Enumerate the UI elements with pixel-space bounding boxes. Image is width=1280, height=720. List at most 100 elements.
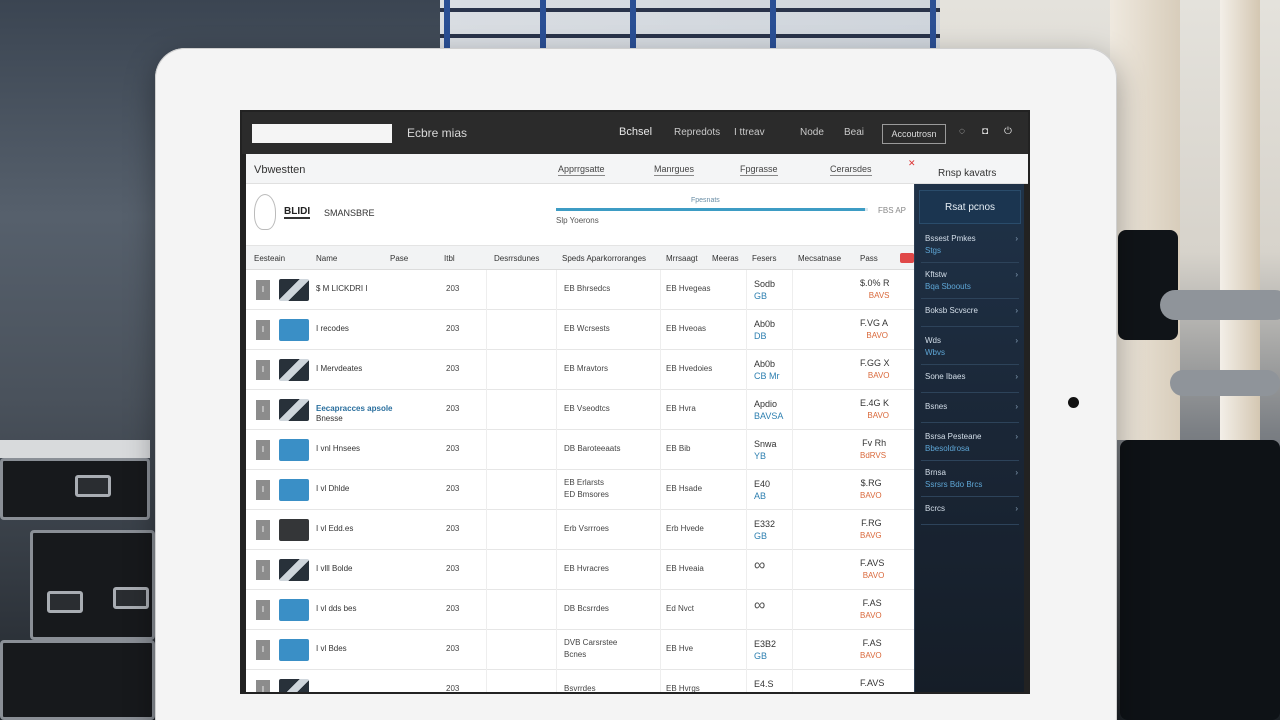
row-description: EB Wcrsests	[564, 324, 610, 333]
column-header[interactable]: Fesers	[752, 254, 776, 263]
row-name[interactable]: I recodes	[316, 324, 349, 333]
nav-item-repredots[interactable]: Repredots	[674, 127, 720, 138]
side-panel-subitem[interactable]: Bbesoldrosa	[925, 444, 969, 453]
chevron-right-icon[interactable]: ›	[1015, 270, 1018, 279]
row-checkbox[interactable]: I	[256, 600, 270, 620]
table-row[interactable]: I Eecapracces apsole Bnesse 203 EB Vseodtcs E…	[246, 390, 914, 430]
row-name[interactable]: I vnl Hnsees	[316, 444, 360, 453]
chevron-right-icon[interactable]: ›	[1015, 306, 1018, 315]
tab-fpgrasse[interactable]: Fpgrasse	[740, 164, 778, 176]
row-thumbnail	[279, 279, 309, 301]
table-row[interactable]: I I vlll Bolde 203 EB Hvracres EB Hveaia ∞ F.A…	[246, 550, 914, 590]
column-header[interactable]: Pass	[860, 254, 878, 263]
nav-item-bchsel[interactable]: Bchsel	[619, 126, 652, 138]
chevron-right-icon[interactable]: ›	[1015, 504, 1018, 513]
divider	[921, 298, 1019, 299]
row-status: Snwa YB	[754, 438, 777, 462]
table-row[interactable]: I I vl Dhlde 203 EB Erlarsts ED Bmsores EB Hs…	[246, 470, 914, 510]
row-price: F.AVS	[860, 677, 884, 689]
profile-name: SMANSBRE	[324, 208, 375, 218]
chevron-right-icon[interactable]: ›	[1015, 234, 1018, 243]
divider	[921, 496, 1019, 497]
table-row[interactable]: I I vl dds bes 203 DB Bcsrrdes Ed Nvct ∞ F.AS B…	[246, 590, 914, 630]
column-header[interactable]: Itbl	[444, 254, 455, 263]
row-name[interactable]: I vl Bdes	[316, 644, 347, 653]
nav-item-ttreav[interactable]: I ttreav	[734, 127, 765, 138]
table-row[interactable]: I I vnl Hnsees 203 DB Baroteeaats EB Bib Snwa…	[246, 430, 914, 470]
flag-icon[interactable]	[900, 253, 914, 263]
tab-manrgues[interactable]: Manrgues	[654, 164, 695, 176]
row-checkbox[interactable]: I	[256, 360, 270, 380]
table-row[interactable]: I $ M LICKDRI I 203 EB Bhrsedcs EB Hvegeas So…	[246, 270, 914, 310]
row-name[interactable]: I vl dds bes	[316, 604, 356, 613]
row-checkbox[interactable]: I	[256, 640, 270, 660]
column-header[interactable]: Eesteain	[254, 254, 285, 263]
row-description: EB Hvracres	[564, 564, 609, 573]
table-body: I $ M LICKDRI I 203 EB Bhrsedcs EB Hvegeas So…	[246, 270, 914, 692]
column-header[interactable]: Name	[316, 254, 337, 263]
lock-icon[interactable]: ◘	[979, 126, 991, 138]
side-panel-header[interactable]: Rsat pcnos	[919, 190, 1021, 224]
side-panel-item[interactable]: Bssest Pmkes	[925, 234, 976, 243]
side-panel-item[interactable]: Bcrcs	[925, 504, 945, 513]
row-name[interactable]: I vlll Bolde	[316, 564, 352, 573]
row-checkbox[interactable]: I	[256, 680, 270, 692]
row-checkbox[interactable]: I	[256, 320, 270, 340]
table-row[interactable]: I 203 Bsvrrdes EB Hvrgs E4.S F.AVS	[246, 670, 914, 692]
row-code: EB Hveoas	[666, 324, 707, 333]
table-row[interactable]: I I Mervdeates 203 EB Mravtors EB Hvedoies Ab…	[246, 350, 914, 390]
tab-apprrgsatte[interactable]: Apprrgsatte	[558, 164, 605, 176]
account-button[interactable]: Accoutrosn	[882, 124, 946, 144]
row-checkbox[interactable]: I	[256, 520, 270, 540]
nav-item-node[interactable]: Node	[800, 127, 824, 138]
row-code: Erb Hvede	[666, 524, 704, 533]
column-header[interactable]: Mrrsaagt	[666, 254, 698, 263]
column-header[interactable]: Meeras	[712, 254, 739, 263]
row-name[interactable]: I Mervdeates	[316, 364, 362, 373]
side-panel-item[interactable]: Kftstw	[925, 270, 947, 279]
row-checkbox[interactable]: I	[256, 440, 270, 460]
row-checkbox[interactable]: I	[256, 480, 270, 500]
row-checkbox[interactable]: I	[256, 400, 270, 420]
chevron-right-icon[interactable]: ›	[1015, 402, 1018, 411]
side-panel-subitem[interactable]: Wbvs	[925, 348, 945, 357]
help-icon[interactable]: ◌	[956, 126, 968, 138]
row-checkbox[interactable]: I	[256, 280, 270, 300]
row-thumbnail	[279, 399, 309, 421]
row-name[interactable]: Eecapracces apsole	[316, 404, 393, 413]
column-header[interactable]: Speds Aparkorroranges	[562, 254, 646, 263]
power-icon[interactable]: ⏻	[1002, 126, 1014, 138]
search-input[interactable]	[252, 124, 392, 143]
row-name[interactable]: I vl Edd.es	[316, 524, 353, 533]
side-panel-subitem[interactable]: Bqa Sboouts	[925, 282, 971, 291]
row-status: E3B2 GB	[754, 638, 776, 662]
row-name[interactable]: I vl Dhlde	[316, 484, 349, 493]
column-header[interactable]: Mecsatnase	[798, 254, 841, 263]
table-row[interactable]: I I vl Edd.es 203 Erb Vsrrroes Erb Hvede E332…	[246, 510, 914, 550]
side-panel-item[interactable]: Boksb Scvscre	[925, 306, 978, 315]
chevron-right-icon[interactable]: ›	[1015, 372, 1018, 381]
row-status-sub: AB	[754, 491, 767, 501]
tab-cerarsdes[interactable]: Cerarsdes	[830, 164, 872, 176]
side-panel-item[interactable]: Bsnes	[925, 402, 947, 411]
table-header: Eesteain Name Pase Itbl Desrrsdunes Sped…	[246, 246, 914, 270]
side-panel-subitem[interactable]: Ssrsrs Bdo Brcs	[925, 480, 982, 489]
side-panel-item[interactable]: Brnsa	[925, 468, 946, 477]
row-quantity: 203	[446, 444, 460, 453]
side-panel-item[interactable]: Sone Ibaes	[925, 372, 965, 381]
row-name[interactable]: $ M LICKDRI I	[316, 284, 368, 293]
chevron-right-icon[interactable]: ›	[1015, 336, 1018, 345]
side-panel-item[interactable]: Bsrsa Pesteane	[925, 432, 981, 441]
table-row[interactable]: I I vl Bdes 203 DVB Carsrstee Bcnes EB Hve E3B…	[246, 630, 914, 670]
row-checkbox[interactable]: I	[256, 560, 270, 580]
table-row[interactable]: I I recodes 203 EB Wcrsests EB Hveoas Ab0b DB F…	[246, 310, 914, 350]
row-thumbnail	[279, 519, 309, 541]
side-panel-item[interactable]: Wds	[925, 336, 941, 345]
nav-item-beai[interactable]: Beai	[844, 127, 864, 138]
side-panel-subitem[interactable]: Stgs	[925, 246, 941, 255]
chevron-right-icon[interactable]: ›	[1015, 432, 1018, 441]
chevron-right-icon[interactable]: ›	[1015, 468, 1018, 477]
column-header[interactable]: Pase	[390, 254, 408, 263]
column-header[interactable]: Desrrsdunes	[494, 254, 539, 263]
close-mark-icon[interactable]: ✕	[908, 158, 916, 169]
